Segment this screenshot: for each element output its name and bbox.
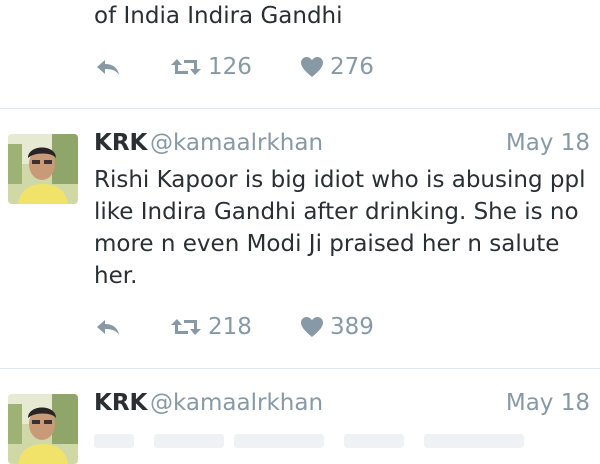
retweet-icon bbox=[171, 319, 201, 335]
display-name[interactable]: KRK bbox=[94, 130, 147, 156]
user-handle[interactable]: @kamaalrkhan bbox=[150, 130, 323, 156]
tweet-header: KRK @kamaalrkhan May 18 bbox=[94, 130, 590, 162]
like-button[interactable]: 389 bbox=[300, 312, 374, 342]
display-name[interactable]: KRK bbox=[94, 390, 147, 416]
timestamp[interactable]: May 18 bbox=[506, 130, 590, 156]
tweet-text-line: more n even Modi Ji praised her n salute bbox=[94, 231, 560, 257]
reply-button[interactable] bbox=[94, 52, 122, 82]
tweet-actions: 126 276 bbox=[94, 52, 414, 82]
tweet-actions: 218 389 bbox=[94, 312, 414, 342]
avatar[interactable] bbox=[8, 134, 78, 204]
tweet-text: of India Indira Gandhi bbox=[94, 3, 343, 29]
reply-icon bbox=[97, 320, 119, 335]
tweet-text-line: Rishi Kapoor is big idiot who is abusing… bbox=[94, 167, 586, 193]
tweet-text-line: her. bbox=[94, 263, 138, 289]
retweet-count: 126 bbox=[208, 54, 252, 80]
retweet-count: 218 bbox=[208, 314, 252, 340]
heart-icon bbox=[301, 317, 323, 337]
tweet-header: KRK @kamaalrkhan May 18 bbox=[94, 390, 590, 422]
retweet-icon bbox=[171, 59, 201, 75]
avatar[interactable] bbox=[8, 394, 78, 464]
retweet-button[interactable]: 218 bbox=[170, 312, 252, 342]
divider bbox=[0, 368, 600, 369]
like-count: 276 bbox=[330, 54, 374, 80]
timestamp[interactable]: May 18 bbox=[506, 390, 590, 416]
like-count: 389 bbox=[330, 314, 374, 340]
avatar-image bbox=[8, 394, 78, 464]
avatar-image bbox=[8, 134, 78, 204]
tweet-text-line: like Indira Gandhi after drinking. She i… bbox=[94, 199, 579, 225]
retweet-button[interactable]: 126 bbox=[170, 52, 252, 82]
reply-button[interactable] bbox=[94, 312, 122, 342]
user-handle[interactable]: @kamaalrkhan bbox=[150, 390, 323, 416]
heart-icon bbox=[301, 57, 323, 77]
reply-icon bbox=[97, 60, 119, 75]
divider bbox=[0, 108, 600, 109]
like-button[interactable]: 276 bbox=[300, 52, 374, 82]
